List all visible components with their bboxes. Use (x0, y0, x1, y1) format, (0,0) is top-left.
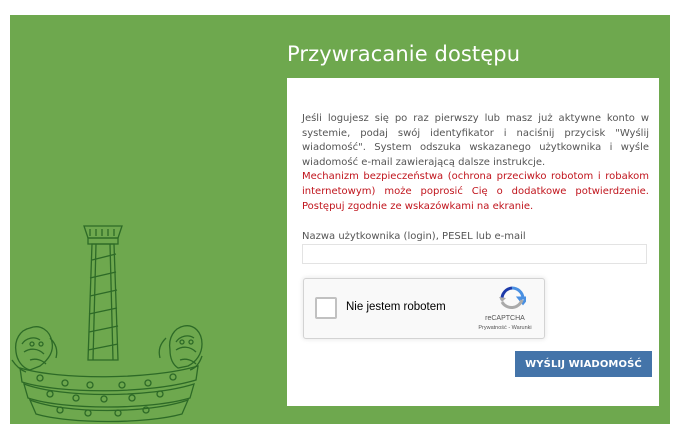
page-background: Przywracanie dostępu Jeśli logujesz się … (10, 15, 670, 424)
recaptcha-checkbox[interactable] (315, 297, 337, 319)
identifier-input[interactable] (302, 244, 647, 264)
recaptcha-links[interactable]: Prywatność - Warunki (464, 325, 546, 331)
instructions: Jeśli logujesz się po raz pierwszy lub m… (302, 112, 649, 214)
page-title: Przywracanie dostępu (287, 42, 521, 66)
recaptcha-brand: reCAPTCHA (485, 315, 525, 322)
recaptcha-widget: Nie jestem robotem reCAPTCHA Prywatność … (303, 278, 545, 339)
recovery-card: Jeśli logujesz się po raz pierwszy lub m… (287, 78, 659, 406)
recaptcha-logo-icon (499, 286, 526, 309)
security-warning-text: Mechanizm bezpieczeństwa (ochrona przeci… (302, 171, 649, 212)
city-crest-icon (11, 225, 203, 423)
send-message-button[interactable]: WYŚLIJ WIADOMOŚĆ (515, 351, 652, 377)
recaptcha-label: Nie jestem robotem (346, 301, 446, 313)
identifier-label: Nazwa użytkownika (login), PESEL lub e-m… (302, 231, 526, 242)
intro-text: Jeśli logujesz się po raz pierwszy lub m… (302, 113, 649, 168)
